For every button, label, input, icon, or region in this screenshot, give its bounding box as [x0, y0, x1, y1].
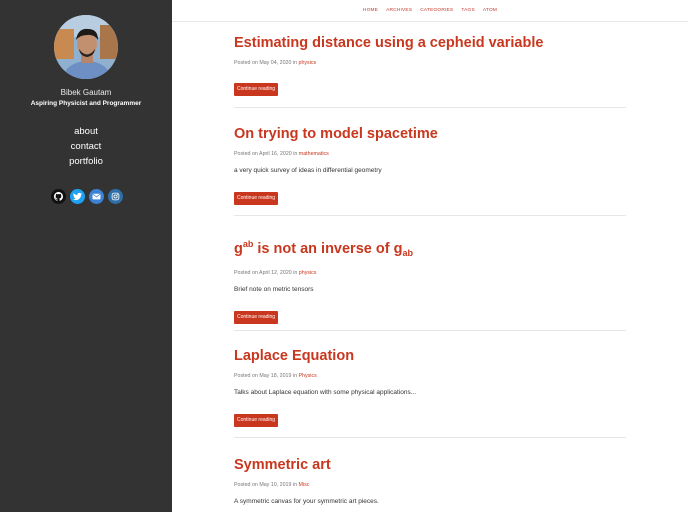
post-excerpt: a very quick survey of ideas in differen…	[234, 167, 382, 174]
sidebar-link-about[interactable]: about	[0, 124, 172, 139]
sidebar-link-portfolio[interactable]: portfolio	[0, 154, 172, 169]
avatar-image	[54, 15, 118, 79]
avatar[interactable]	[54, 15, 118, 79]
divider	[234, 330, 626, 331]
post-item: On trying to model spacetime Posted on A…	[234, 125, 626, 205]
continue-reading-button[interactable]: Continue reading	[234, 311, 279, 324]
author-name: Bibek Gautam	[60, 88, 112, 97]
post-item: gab is not an inverse of gab Posted on A…	[234, 235, 626, 324]
post-date: Posted on May 04, 2020 in	[234, 60, 299, 66]
post-excerpt: Talks about Laplace equation with some p…	[234, 389, 417, 396]
post-category-link[interactable]: Physics	[299, 373, 317, 379]
post-title-link[interactable]: Estimating distance using a cepheid vari…	[234, 34, 626, 52]
github-icon[interactable]	[51, 189, 66, 204]
email-icon[interactable]	[89, 189, 104, 204]
post-meta: Posted on May 18, 2019 in Physics	[234, 373, 626, 379]
nav-home[interactable]: HOME	[363, 8, 378, 13]
instagram-icon[interactable]	[108, 189, 123, 204]
post-date: Posted on April 12, 2020 in	[234, 270, 299, 276]
post-category-link[interactable]: physics	[299, 60, 317, 66]
divider	[234, 437, 626, 438]
post-item: Laplace Equation Posted on May 18, 2019 …	[234, 347, 626, 427]
nav-atom[interactable]: ATOM	[483, 8, 497, 13]
post-item: Estimating distance using a cepheid vari…	[234, 34, 626, 96]
post-date: Posted on May 10, 2019 in	[234, 482, 299, 488]
post-title-link[interactable]: Symmetric art	[234, 456, 626, 474]
social-links	[51, 189, 123, 204]
continue-reading-button[interactable]: Continue reading	[234, 192, 279, 205]
divider	[234, 215, 626, 216]
nav-categories[interactable]: CATEGORIES	[420, 8, 453, 13]
sidebar-nav: about contact portfolio	[0, 124, 172, 169]
continue-reading-button[interactable]: Continue reading	[234, 83, 279, 96]
post-title-link[interactable]: On trying to model spacetime	[234, 125, 626, 143]
sidebar-link-contact[interactable]: contact	[0, 139, 172, 154]
post-meta: Posted on April 12, 2020 in physics	[234, 270, 626, 276]
author-tagline: Aspiring Physicist and Programmer	[30, 100, 142, 107]
divider	[234, 107, 626, 108]
sidebar: Bibek Gautam Aspiring Physicist and Prog…	[0, 0, 172, 512]
post-category-link[interactable]: mathematics	[299, 151, 329, 157]
nav-archives[interactable]: ARCHIVES	[386, 8, 412, 13]
post-title-link[interactable]: Laplace Equation	[234, 347, 626, 365]
post-title-link[interactable]: gab is not an inverse of gab	[234, 235, 626, 262]
twitter-icon[interactable]	[70, 189, 85, 204]
nav-tags[interactable]: TAGS	[461, 8, 475, 13]
continue-reading-button[interactable]: Continue reading	[234, 414, 279, 427]
post-date: Posted on April 16, 2020 in	[234, 151, 299, 157]
post-item: Symmetric art Posted on May 10, 2019 in …	[234, 456, 626, 505]
top-nav: HOME ARCHIVES CATEGORIES TAGS ATOM	[172, 0, 688, 22]
post-meta: Posted on May 04, 2020 in physics	[234, 60, 626, 66]
post-category-link[interactable]: Misc	[299, 482, 310, 488]
post-date: Posted on May 18, 2019 in	[234, 373, 299, 379]
post-excerpt: A symmetric canvas for your symmetric ar…	[234, 498, 379, 505]
post-meta: Posted on April 16, 2020 in mathematics	[234, 151, 626, 157]
post-meta: Posted on May 10, 2019 in Misc	[234, 482, 626, 488]
post-category-link[interactable]: physics	[299, 270, 317, 276]
post-excerpt: Brief note on metric tensors	[234, 286, 314, 293]
